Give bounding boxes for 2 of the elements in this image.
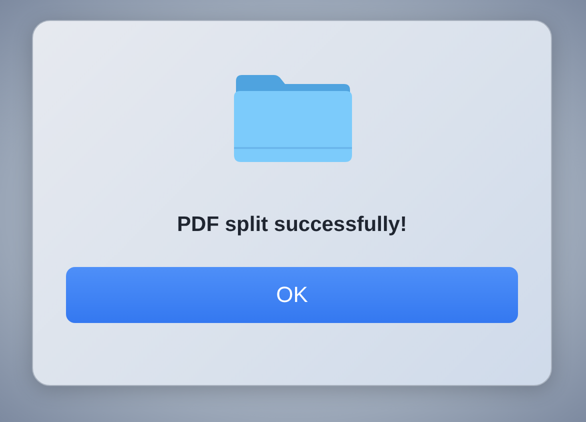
- ok-button[interactable]: OK: [66, 267, 518, 323]
- dialog-message: PDF split successfully!: [177, 213, 407, 237]
